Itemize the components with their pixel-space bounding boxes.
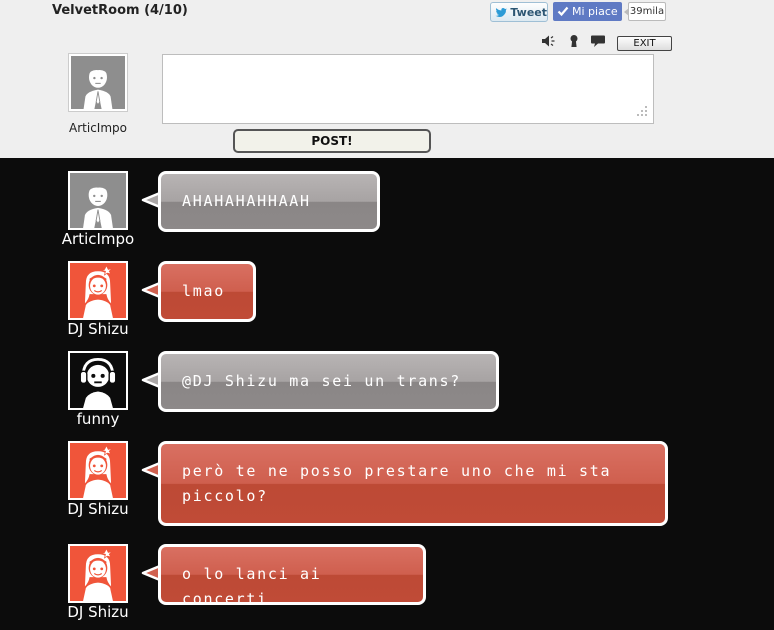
- user-avatar[interactable]: [68, 351, 128, 410]
- user-avatar[interactable]: [68, 441, 128, 500]
- red-girl-avatar-icon: [70, 546, 126, 601]
- room-title: VelvetRoom (4/10): [52, 3, 188, 18]
- gray-man-avatar-icon: [70, 55, 126, 110]
- message-input[interactable]: [162, 54, 654, 124]
- like-count: 39mila: [624, 2, 666, 21]
- chat-log: ArticImpo AHAHAHAHHAAH DJ Shizu lmao fun…: [0, 158, 774, 630]
- message-bubble: AHAHAHAHHAAH: [158, 171, 380, 232]
- my-avatar[interactable]: [69, 54, 127, 111]
- headphones-avatar-icon: [70, 353, 126, 408]
- tweet-label: Tweet: [510, 5, 547, 19]
- composer-panel: VelvetRoom (4/10) Tweet Mi piace 39mila …: [0, 0, 774, 158]
- red-girl-avatar-icon: [70, 263, 126, 318]
- message-bubble: @DJ Shizu ma sei un trans?: [158, 351, 499, 412]
- post-button[interactable]: POST!: [233, 129, 431, 153]
- user-avatar[interactable]: [68, 261, 128, 320]
- message-bubble: però te ne posso prestare uno che mi sta…: [158, 441, 668, 526]
- thumbs-up-icon: [557, 6, 569, 17]
- resize-grip-icon[interactable]: [637, 106, 647, 116]
- user-avatar[interactable]: [68, 544, 128, 603]
- message-username[interactable]: DJ Shizu: [38, 603, 158, 621]
- my-username: ArticImpo: [69, 121, 127, 135]
- message-bubble: o lo lanci ai concerti: [158, 544, 426, 608]
- message-username[interactable]: DJ Shizu: [38, 500, 158, 518]
- red-girl-avatar-icon: [70, 443, 126, 498]
- user-avatar[interactable]: [68, 171, 128, 230]
- message-username[interactable]: funny: [38, 410, 158, 428]
- message-username[interactable]: DJ Shizu: [38, 320, 158, 338]
- message-bubble: lmao: [158, 261, 256, 322]
- gray-man-avatar-icon: [70, 173, 126, 228]
- tweet-button[interactable]: Tweet: [490, 2, 548, 22]
- like-button[interactable]: Mi piace: [553, 2, 622, 21]
- like-label: Mi piace: [572, 5, 618, 18]
- twitter-bird-icon: [495, 7, 507, 17]
- speech-bubble-icon[interactable]: [590, 33, 606, 49]
- exit-button[interactable]: EXIT: [617, 36, 672, 51]
- speaker-icon[interactable]: [541, 33, 557, 49]
- message-username[interactable]: ArticImpo: [38, 230, 158, 248]
- keyhole-icon[interactable]: [566, 33, 582, 49]
